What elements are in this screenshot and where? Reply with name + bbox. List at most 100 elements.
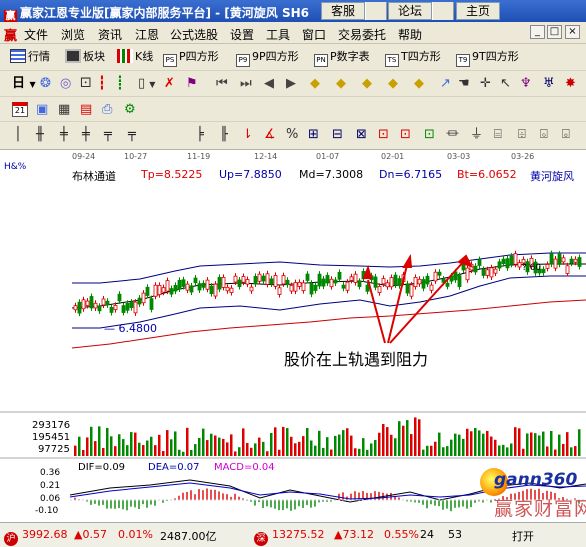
crosshair-icon[interactable]: ✛ — [480, 76, 491, 92]
trend-icon[interactable]: ↗ — [440, 76, 451, 92]
menu-tools[interactable]: 工具 — [266, 26, 290, 43]
candle-down-icon[interactable]: ┋ — [116, 76, 124, 92]
next-icon[interactable]: ▶ — [286, 76, 296, 92]
diamond-4-icon[interactable]: ◆ — [388, 76, 398, 92]
gann-grid-3-icon[interactable]: ╤ — [104, 127, 112, 143]
time-cycle-icon[interactable]: ⏛ — [446, 127, 459, 143]
menu-gann[interactable]: 江恩 — [135, 26, 159, 43]
ruler-icon[interactable]: ⊞ — [308, 127, 319, 143]
frame-icon[interactable]: ╞ — [196, 127, 204, 143]
gann-tool-3-icon[interactable]: ✸ — [565, 76, 576, 92]
arc-icon[interactable]: ⊠ — [356, 127, 367, 143]
candle-body — [205, 279, 210, 290]
volume-bar — [390, 434, 393, 456]
forum-button[interactable]: 论坛 — [388, 2, 432, 20]
square-cycle-3-icon[interactable]: ⌺ — [540, 127, 548, 143]
sector-button[interactable]: 板块 — [65, 48, 105, 66]
kline-button[interactable]: K线 — [117, 48, 153, 66]
p9-square-button[interactable]: P9 9P四方形 — [236, 48, 299, 67]
p-square-button[interactable]: PS P四方形 — [163, 48, 219, 67]
p-number-table-button[interactable]: PN P数字表 — [314, 48, 370, 67]
mark-icon[interactable]: ✗ — [164, 76, 175, 92]
export-icon[interactable]: ⚙ — [124, 102, 136, 118]
print-icon[interactable]: ⎙ — [102, 102, 112, 118]
flag-icon[interactable]: ⚑ — [186, 76, 198, 92]
gann-grid-4-icon[interactable]: ╤ — [128, 127, 136, 143]
status-open[interactable]: 打开 — [512, 528, 534, 544]
gann-fan-icon[interactable]: ❂ — [40, 76, 51, 92]
gann-tool-1-icon[interactable]: ♆ — [520, 76, 532, 92]
spiral-icon[interactable]: ◎ — [60, 76, 71, 92]
bar-type-icon[interactable]: ▯ ▼ — [138, 76, 155, 93]
menu-trade[interactable]: 交易委托 — [338, 26, 386, 43]
hand-icon[interactable]: ☚ — [458, 76, 470, 92]
candle-body — [233, 275, 238, 283]
candle-body — [389, 277, 394, 288]
menu-settings[interactable]: 设置 — [230, 26, 254, 43]
menu-help[interactable]: 帮助 — [398, 26, 422, 43]
box-2-icon[interactable]: ⊡ — [400, 127, 411, 143]
menu-formula[interactable]: 公式选股 — [170, 26, 218, 43]
candle-body — [497, 261, 502, 269]
t9-square-button[interactable]: T9 9T四方形 — [456, 48, 519, 67]
close-button[interactable]: × — [565, 25, 580, 39]
volume-bar — [490, 436, 493, 456]
diamond-5-icon[interactable]: ◆ — [414, 76, 424, 92]
homepage-button[interactable]: 主页 — [456, 2, 500, 20]
first-page-icon[interactable]: ⏮ — [216, 76, 228, 92]
volume-bar — [350, 435, 353, 456]
period-select[interactable]: 日 ▼ — [12, 75, 36, 93]
save-icon[interactable]: ▣ — [36, 102, 48, 118]
candle-body — [101, 298, 106, 306]
quotes-button[interactable]: 行情 — [10, 48, 50, 66]
split-icon[interactable]: ╟ — [220, 127, 228, 143]
menu-file[interactable]: 文件 — [24, 26, 48, 43]
candle-body — [77, 301, 82, 314]
cursor-icon[interactable]: ↖ — [500, 76, 511, 92]
candle-body — [81, 299, 86, 310]
chart-area[interactable]: H&% 09-24 10-27 11-19 12-14 01-07 02-01 … — [0, 150, 586, 522]
square-cycle-2-icon[interactable]: ⌹ — [518, 127, 526, 143]
candle-body — [409, 284, 414, 297]
fibonacci-icon[interactable]: ⇂ — [242, 127, 253, 143]
gann-grid-2-icon[interactable]: ╪ — [82, 127, 90, 143]
candle-body — [249, 286, 254, 292]
price-cycle-icon[interactable]: ⏚ — [470, 127, 483, 143]
diamond-2-icon[interactable]: ◆ — [336, 76, 346, 92]
menu-news[interactable]: 资讯 — [98, 26, 122, 43]
vertical-line-icon[interactable]: │ — [14, 127, 22, 143]
report-icon[interactable]: ▤ — [80, 102, 92, 118]
pn-icon: PN — [314, 54, 328, 67]
minimize-button[interactable]: _ — [530, 25, 545, 39]
gann-grid-1-icon[interactable]: ╪ — [60, 127, 68, 143]
candle-up-icon[interactable]: ┇ — [98, 76, 106, 92]
restore-button[interactable]: □ — [547, 25, 562, 39]
volume-bar — [342, 430, 345, 456]
percent-icon[interactable]: % — [286, 127, 298, 143]
speed-line-icon[interactable]: ⊟ — [332, 127, 343, 143]
channel-icon[interactable]: ⚀ — [80, 76, 91, 92]
diamond-1-icon[interactable]: ◆ — [310, 76, 320, 92]
gann-tool-2-icon[interactable]: ♅ — [543, 76, 555, 92]
angle-icon[interactable]: ∡ — [264, 127, 276, 143]
box-1-icon[interactable]: ⊡ — [378, 127, 389, 143]
diamond-3-icon[interactable]: ◆ — [362, 76, 372, 92]
service-button[interactable]: 客服 — [321, 2, 365, 20]
prev-icon[interactable]: ◀ — [264, 76, 274, 92]
last-page-icon[interactable]: ⏭ — [240, 76, 252, 92]
calendar-button[interactable]: 21 — [12, 101, 28, 119]
grid-lines-icon[interactable]: ╫ — [36, 127, 44, 143]
menu-window[interactable]: 窗口 — [302, 26, 326, 43]
candle-body — [549, 253, 554, 265]
t-square-button[interactable]: TS T四方形 — [385, 48, 441, 67]
menu-bar: 赢 文件 浏览 资讯 江恩 公式选股 设置 工具 窗口 交易委托 帮助 _ □ … — [0, 22, 586, 44]
menu-browse[interactable]: 浏览 — [61, 26, 85, 43]
sh-index-value: 3992.68 — [22, 528, 68, 541]
candle-body — [225, 286, 230, 292]
app-window: 赢赢家江恩专业版[赢家内部服务平台] - [黄河旋风 SH6 客服 论坛 主页 … — [0, 0, 586, 547]
box-3-icon[interactable]: ⊡ — [424, 127, 435, 143]
volume-bar — [486, 430, 489, 456]
layout-icon[interactable]: ▦ — [58, 102, 70, 118]
square-cycle-icon[interactable]: ⌸ — [494, 127, 502, 143]
square-cycle-4-icon[interactable]: ⌻ — [562, 127, 570, 143]
